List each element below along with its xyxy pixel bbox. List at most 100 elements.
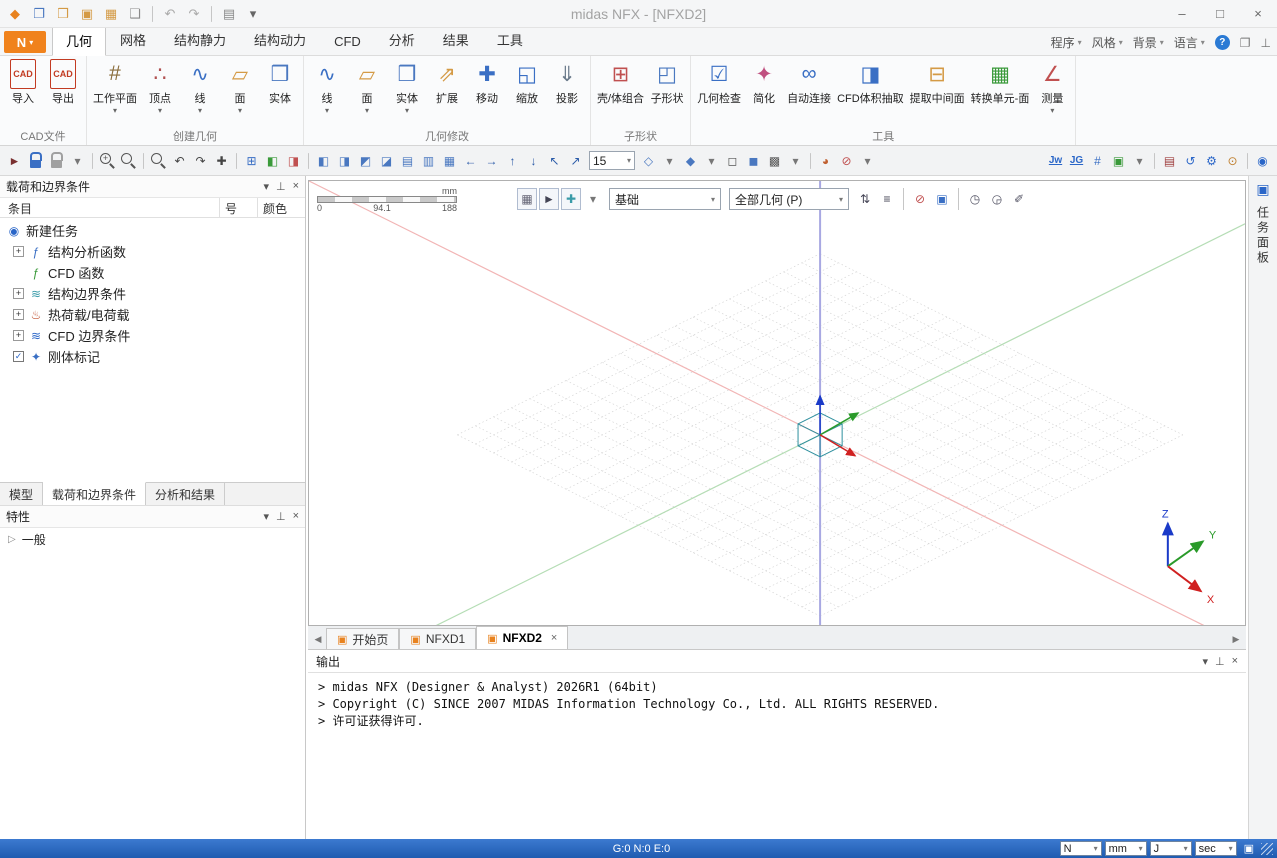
rotate-view-nw-icon[interactable]: ↖ [545,151,564,170]
chevron-down-icon[interactable]: ▾ [839,195,843,204]
ribbon-button[interactable]: ❒实体 [260,57,300,127]
tab-start-page[interactable]: ▣ 开始页 [326,628,399,649]
workplane-icon[interactable]: ◧ [263,151,282,170]
tab-analysis[interactable]: 分析 [375,25,429,55]
tree-item-cfd-functions[interactable]: ƒ CFD 函数 [0,262,305,283]
view-top-icon[interactable]: ◩ [356,151,375,170]
report-icon[interactable]: ▤ [218,3,240,25]
unit-force-select[interactable]: N▾ [1060,841,1102,856]
render-hidden-icon[interactable]: ▩ [765,151,784,170]
close-panel-icon[interactable]: × [1232,655,1238,668]
render-wireframe-icon[interactable]: ◻ [723,151,742,170]
probe-icon[interactable]: ✐ [1009,188,1029,210]
tree-item-thermal-loads[interactable]: + ♨ 热荷载/电荷载 [0,304,305,325]
ribbon-button[interactable]: ◱缩放 [507,57,547,127]
perspective-menu-icon[interactable]: ▾ [702,151,721,170]
clip-plane-icon[interactable]: ◕ [816,151,835,170]
resize-grip[interactable] [1261,843,1273,855]
chevron-down-icon[interactable]: ▾ [627,156,631,165]
maximize-button[interactable]: □ [1201,0,1239,27]
iso-view-menu-icon[interactable]: ▾ [660,151,679,170]
minimize-button[interactable]: – [1163,0,1201,27]
column-color[interactable]: 颜色 [257,198,305,217]
chevron-down-icon[interactable]: ▾ [711,195,715,204]
task-panel-tab[interactable]: 任务面板 [1255,206,1272,266]
settings-icon[interactable]: ⚙ [1202,151,1221,170]
rotate-view-up-icon[interactable]: ↑ [503,151,522,170]
pin-icon[interactable]: ⊥ [276,180,286,193]
ribbon-button[interactable]: ◰子形状 [647,57,687,127]
ribbon-button[interactable]: ✚移动 [467,57,507,127]
record-icon[interactable]: ◷ [965,188,985,210]
rotate-view-right-icon[interactable]: → [482,151,501,170]
select-entity-icon[interactable]: ► [539,188,559,210]
render-menu-icon[interactable]: ▾ [786,151,805,170]
tab-tools[interactable]: 工具 [483,25,537,55]
hide-icon[interactable]: ⊘ [910,188,930,210]
select-target-select[interactable]: 全部几何 (P)▾ [729,188,849,210]
save-all-icon[interactable]: ▦ [100,3,122,25]
pin-icon[interactable]: ⊥ [1215,655,1225,668]
print-icon[interactable]: ❑ [124,3,146,25]
rotate-angle-input[interactable]: 15▾ [589,151,635,170]
ribbon-button[interactable]: ∞自动连接 [784,57,834,127]
datum-icon[interactable]: ✚ [561,188,581,210]
close-tab-icon[interactable]: × [551,632,557,644]
close-button[interactable]: × [1239,0,1277,27]
tab-geometry[interactable]: 几何 [52,26,106,56]
collapse-icon[interactable]: ▷ [8,534,16,545]
tab-nfxd1[interactable]: ▣ NFXD1 [399,628,476,649]
unlock-icon[interactable] [47,151,66,170]
panel-menu-icon[interactable]: ▾ [263,510,269,523]
zoom-dynamic-icon[interactable] [149,151,168,170]
probe-result-icon[interactable]: ⊙ [1223,151,1242,170]
graphic-view-icon[interactable]: JG [1067,151,1086,170]
grid-icon[interactable]: ⊞ [242,151,261,170]
open-file-icon[interactable]: ❒ [52,3,74,25]
rotate-ccw-icon[interactable]: ↶ [170,151,189,170]
report-icon[interactable]: ▤ [1160,151,1179,170]
tab-structural-static[interactable]: 结构静力 [160,25,240,55]
expand-icon[interactable]: + [13,288,24,299]
expand-icon[interactable]: + [13,330,24,341]
ribbon-button[interactable]: ✦简化 [744,57,784,127]
program-menu[interactable]: 程序▾ [1051,34,1082,51]
property-group-general[interactable]: ▷ 一般 [0,528,305,550]
rotate-cw-icon[interactable]: ↷ [191,151,210,170]
select-parent-icon[interactable]: ⇅ [855,188,875,210]
app-icon[interactable]: ◆ [4,3,26,25]
select-filter-icon[interactable]: ► [5,151,24,170]
undo-icon[interactable]: ↶ [159,3,181,25]
tab-model[interactable]: 模型 [0,483,43,505]
tab-structural-dynamic[interactable]: 结构动力 [240,25,320,55]
zoom-window-icon[interactable] [119,151,138,170]
select-list-icon[interactable]: ≡ [877,188,897,210]
perspective-icon[interactable]: ◆ [681,151,700,170]
unit-system-icon[interactable]: ▣ [1244,842,1254,855]
close-panel-icon[interactable]: × [293,510,299,523]
ribbon-button[interactable]: ⊞壳/体组合 [594,57,647,127]
panel-menu-icon[interactable]: ▾ [263,180,269,193]
render-options-icon[interactable]: ◉ [1253,151,1272,170]
column-number[interactable]: 号 [219,198,257,217]
clip-menu-icon[interactable]: ▾ [858,151,877,170]
checkbox[interactable]: ✓ [13,351,24,362]
view-front-icon[interactable]: ▤ [398,151,417,170]
render-shaded-icon[interactable]: ◼ [744,151,763,170]
workplane-move-icon[interactable]: ◨ [284,151,303,170]
tab-loads-bc[interactable]: 载荷和边界条件 [43,482,146,505]
view-right-icon[interactable]: ◨ [335,151,354,170]
background-menu[interactable]: 背景▾ [1133,34,1164,51]
viewport-canvas[interactable]: Z Y X [309,181,1245,625]
pin-ribbon-icon[interactable]: ⊥ [1261,36,1271,50]
datum-menu-icon[interactable]: ▾ [583,188,603,210]
ribbon-button[interactable]: ❒实体▾ [387,57,427,127]
tree-item-rigid-marker[interactable]: ✓ ✦ 刚体标记 [0,346,305,367]
ribbon-button[interactable]: ◨CFD体积抽取 [834,57,907,127]
tab-results[interactable]: 结果 [429,25,483,55]
ribbon-button[interactable]: ⇓投影 [547,57,587,127]
panel-menu-icon[interactable]: ▾ [1202,655,1208,668]
fast-view-icon[interactable]: Jw [1046,151,1065,170]
tree-item-cfd-bc[interactable]: + ≋ CFD 边界条件 [0,325,305,346]
ribbon-button[interactable]: ∿线▾ [307,57,347,127]
